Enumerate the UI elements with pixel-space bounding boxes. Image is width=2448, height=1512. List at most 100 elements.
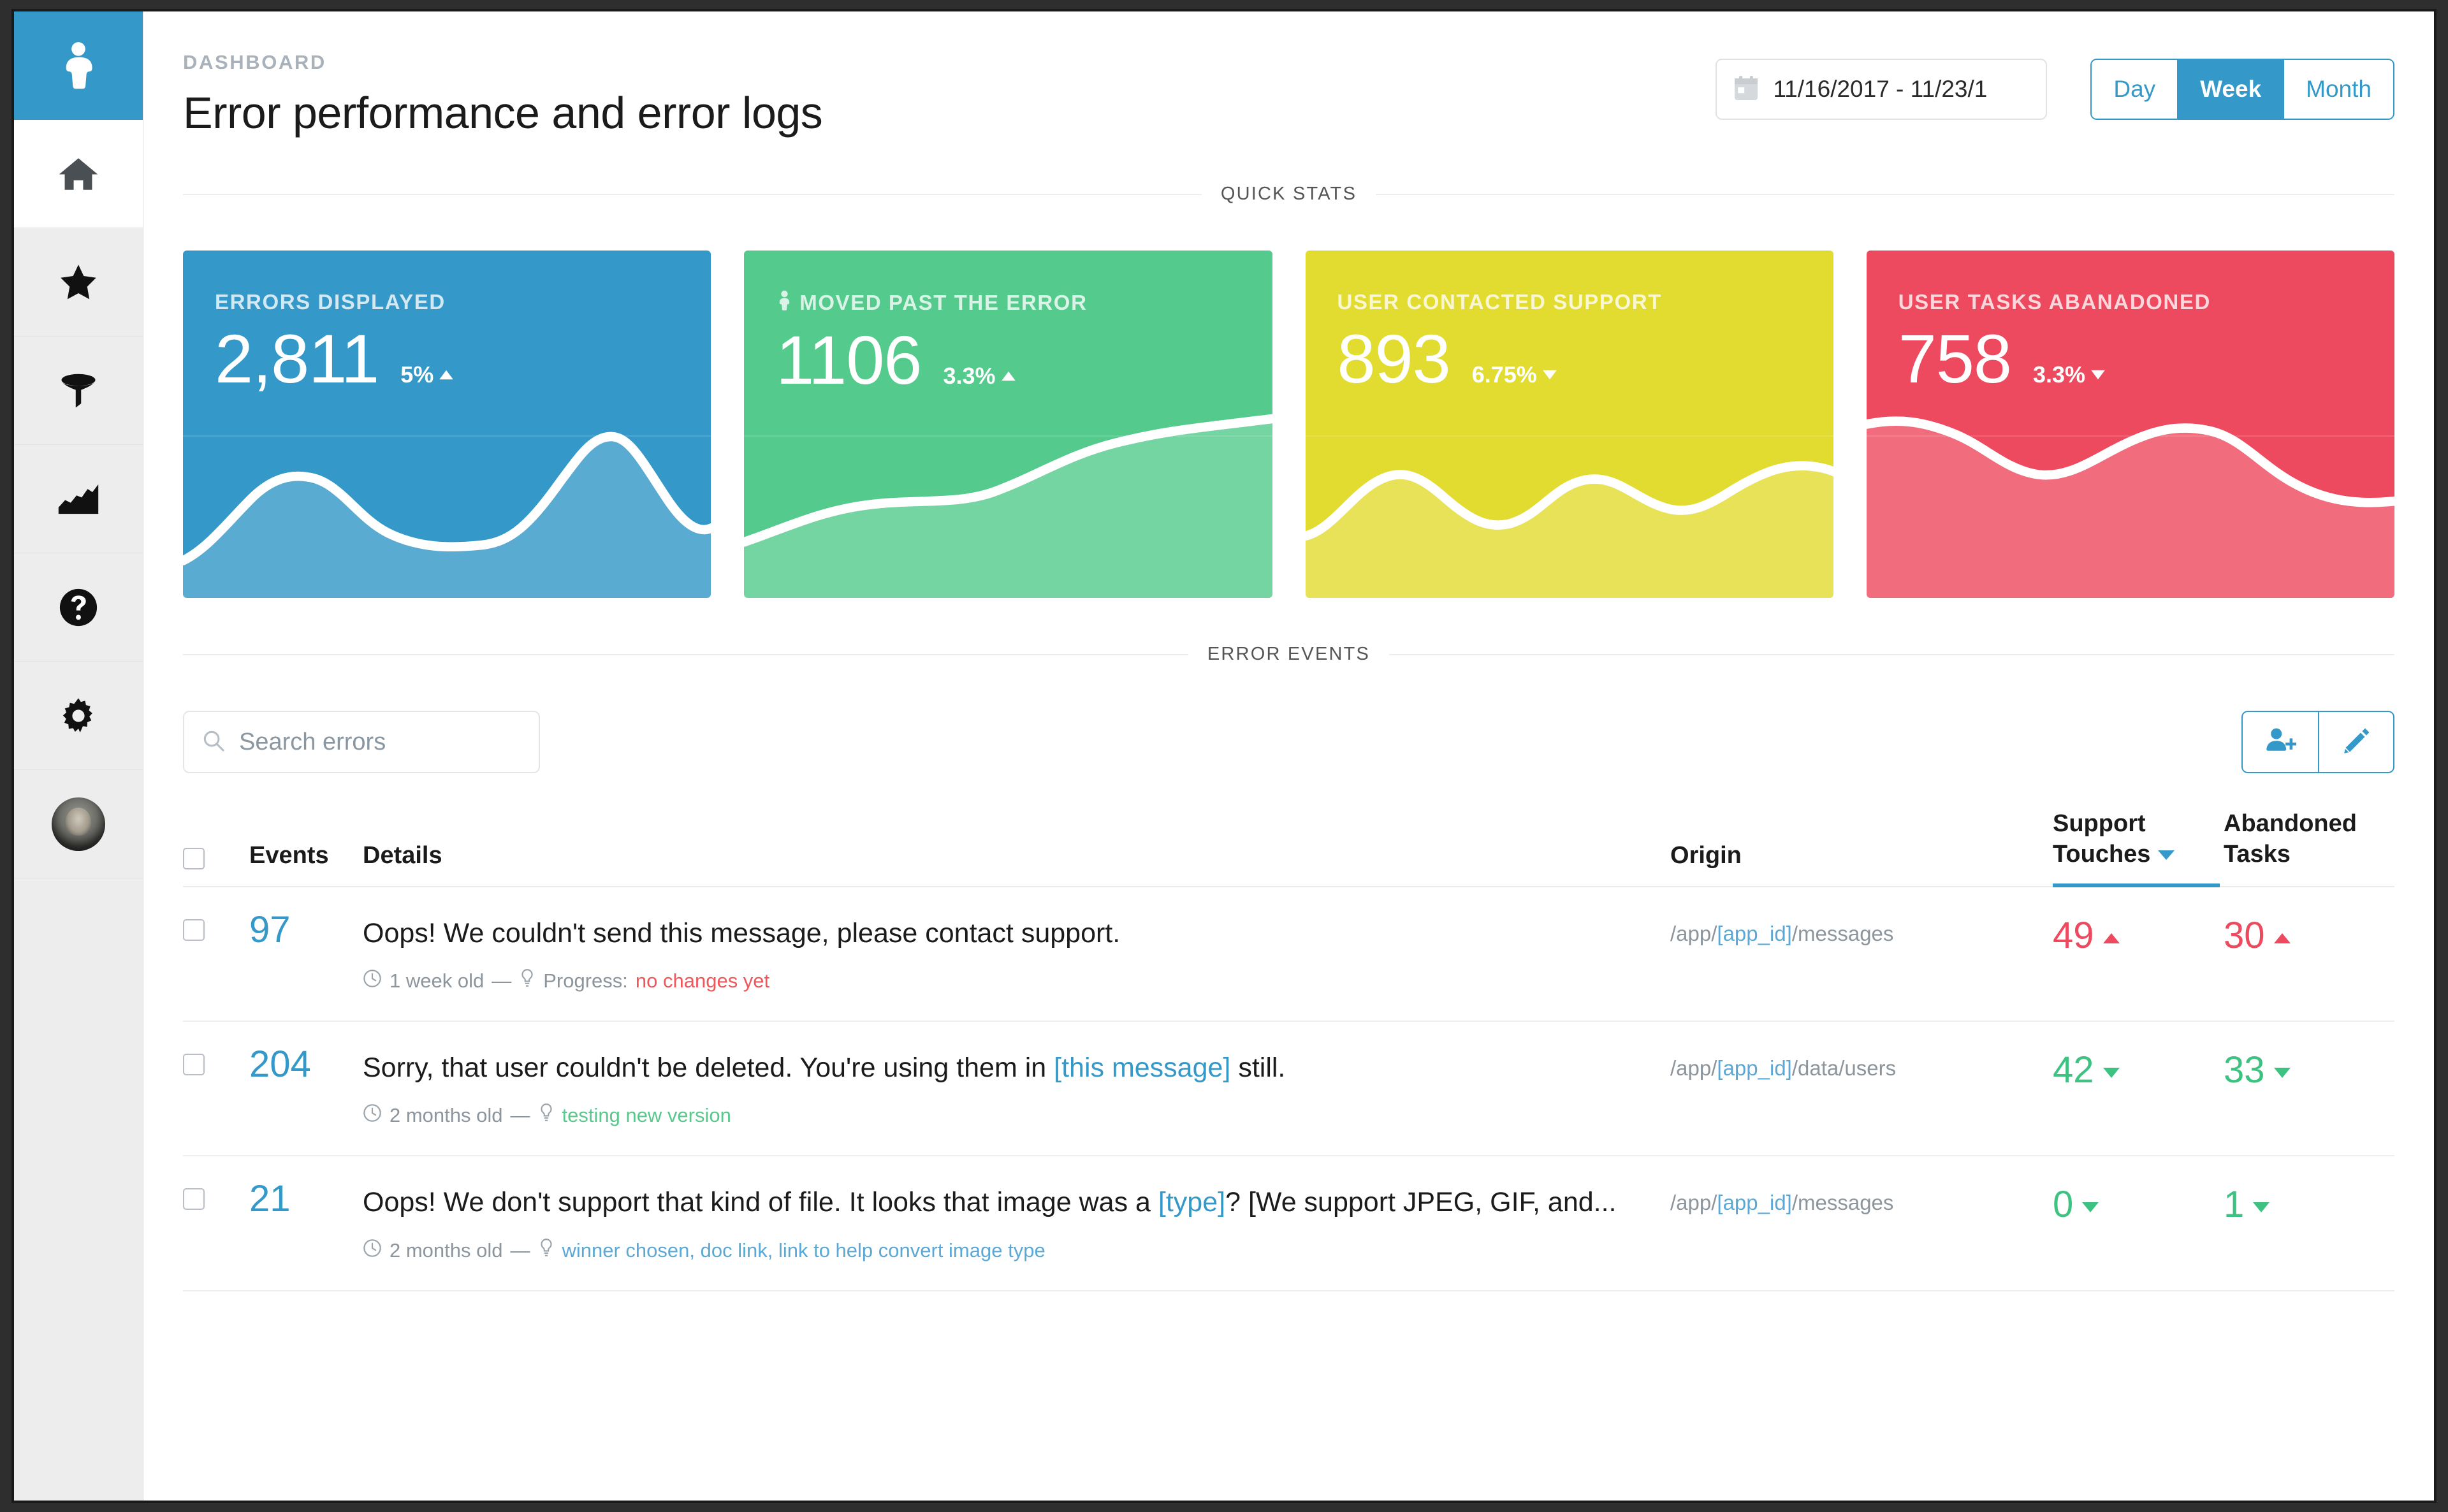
caret-down-icon [2273, 1067, 2291, 1078]
stat-card-moved-past-the-error[interactable]: MOVED PAST THE ERROR 1106 3.3% [744, 251, 1272, 598]
row-checkbox[interactable] [183, 1054, 205, 1076]
support-touches-value: 0 [2053, 1156, 2224, 1291]
sidebar-item-favorites[interactable] [14, 228, 143, 337]
sidebar-item-profile[interactable] [14, 770, 143, 878]
error-message: Oops! We don't support that kind of file… [363, 1187, 1617, 1218]
row-checkbox[interactable] [183, 1188, 205, 1210]
events-count[interactable]: 97 [249, 887, 363, 1022]
table-row[interactable]: 204 Sorry, that user couldn't be deleted… [183, 1021, 2394, 1157]
progress-value[interactable]: testing new version [562, 1104, 731, 1127]
sparkline-user-contacted-support [1305, 461, 1833, 598]
add-user-icon [2264, 726, 2297, 759]
sidebar-item-help[interactable] [14, 553, 143, 662]
period-week-button[interactable]: Week [2177, 60, 2284, 119]
details-cell: Oops! We couldn't send this message, ple… [363, 887, 1670, 1022]
abandoned-tasks-value: 1 [2224, 1156, 2394, 1291]
main-content: DASHBOARD Error performance and error lo… [143, 11, 2434, 1501]
support-touches-line1: Support [2053, 810, 2146, 837]
column-header-origin[interactable]: Origin [1670, 809, 2053, 887]
table-action-buttons [2241, 711, 2394, 773]
help-circle-icon [58, 587, 99, 628]
stat-card-errors-displayed[interactable]: ERRORS DISPLAYED 2,811 5% [183, 251, 711, 598]
sparkline-errors-displayed [183, 432, 711, 598]
sidebar-item-filter[interactable] [14, 337, 143, 445]
error-meta: 2 months old — winner chosen, doc link, … [363, 1238, 1670, 1263]
clock-icon [363, 969, 382, 993]
gear-icon [58, 695, 99, 736]
abandoned-tasks-line1: Abandoned [2224, 810, 2357, 837]
error-events-divider: ERROR EVENTS [183, 644, 2394, 665]
meta-separator: — [492, 970, 512, 992]
details-cell: Oops! We don't support that kind of file… [363, 1156, 1670, 1291]
sidebar-item-analytics[interactable] [14, 445, 143, 553]
breadcrumb: DASHBOARD [183, 51, 326, 73]
sparkline-user-tasks-abanadoned [1866, 416, 2394, 598]
page-title: Error performance and error logs [183, 88, 823, 138]
calendar-icon [1733, 75, 1759, 105]
error-events-label: ERROR EVENTS [1207, 644, 1371, 664]
pencil-icon [2341, 726, 2372, 759]
stat-card-user-contacted-support[interactable]: USER CONTACTED SUPPORT 893 6.75% [1305, 251, 1833, 598]
row-checkbox[interactable] [183, 919, 205, 941]
origin-path: /app/[app_id]/data/users [1670, 1021, 2053, 1157]
column-header-support-touches[interactable]: Support Touches [2053, 809, 2224, 887]
table-row[interactable]: 21 Oops! We don't support that kind of f… [183, 1156, 2394, 1291]
support-touches-value: 42 [2053, 1021, 2224, 1157]
sidebar-item-settings[interactable] [14, 662, 143, 770]
error-age: 2 months old [390, 1104, 503, 1127]
period-month-button[interactable]: Month [2283, 60, 2393, 119]
select-all-header [183, 809, 249, 887]
support-touches-line2: Touches [2053, 840, 2151, 868]
error-age: 2 months old [390, 1239, 503, 1261]
column-header-abandoned-tasks[interactable]: Abandoned Tasks [2224, 809, 2394, 887]
divider-line-left [183, 193, 1202, 195]
page-header: DASHBOARD Error performance and error lo… [183, 11, 2394, 138]
meta-separator: — [510, 1239, 530, 1261]
funnel-icon [59, 370, 98, 411]
support-touches-value: 49 [2053, 887, 2224, 1022]
bulb-icon [538, 1238, 555, 1263]
table-toolbar [183, 711, 2394, 773]
table-row[interactable]: 97 Oops! We couldn't send this message, … [183, 887, 2394, 1022]
home-icon [57, 154, 99, 194]
abandoned-tasks-value: 33 [2224, 1021, 2394, 1157]
date-range-value: 11/16/2017 - 11/23/1 [1773, 76, 1988, 102]
date-range-picker[interactable]: 11/16/2017 - 11/23/1 [1716, 59, 2048, 120]
column-header-events[interactable]: Events [249, 809, 363, 887]
sidebar-item-people[interactable] [14, 11, 143, 120]
edit-button[interactable] [2318, 712, 2393, 772]
details-cell: Sorry, that user couldn't be deleted. Yo… [363, 1021, 1670, 1157]
abandoned-tasks-line2: Tasks [2224, 840, 2291, 868]
events-count[interactable]: 204 [249, 1021, 363, 1157]
add-user-button[interactable] [2243, 712, 2318, 772]
row-select-cell [183, 1021, 249, 1157]
error-message: Sorry, that user couldn't be deleted. Yo… [363, 1052, 1286, 1084]
star-icon [57, 263, 99, 302]
quick-stats-divider: QUICK STATS [183, 184, 2395, 205]
caret-down-icon [2102, 1067, 2120, 1078]
column-header-details[interactable]: Details [363, 809, 1670, 887]
error-meta: 2 months old — testing new version [363, 1103, 1670, 1128]
caret-down-icon [2082, 1202, 2099, 1213]
sidebar-item-home[interactable] [14, 120, 143, 228]
caret-up-icon [2102, 933, 2120, 943]
error-events-table: Events Details Origin Support Touches Ab… [183, 809, 2394, 1291]
clock-icon [363, 1103, 382, 1128]
period-day-button[interactable]: Day [2092, 60, 2178, 119]
progress-value[interactable]: no changes yet [636, 970, 769, 992]
caret-down-icon [2253, 1202, 2270, 1213]
divider-line-left [183, 653, 1188, 655]
origin-path: /app/[app_id]/messages [1670, 1156, 2053, 1291]
app-window: DASHBOARD Error performance and error lo… [11, 9, 2437, 1503]
search-input[interactable] [239, 728, 521, 756]
chart-icon [56, 483, 101, 516]
caret-up-icon [2273, 933, 2291, 943]
events-count[interactable]: 21 [249, 1156, 363, 1291]
stat-card-user-tasks-abanadoned[interactable]: USER TASKS ABANADONED 758 3.3% [1866, 251, 2394, 598]
progress-value[interactable]: winner chosen, doc link, link to help co… [562, 1239, 1046, 1262]
select-all-checkbox[interactable] [183, 848, 205, 869]
meta-separator: — [510, 1104, 530, 1127]
search-box[interactable] [183, 711, 540, 773]
error-age: 1 week old [390, 970, 484, 992]
clock-icon [363, 1239, 382, 1263]
